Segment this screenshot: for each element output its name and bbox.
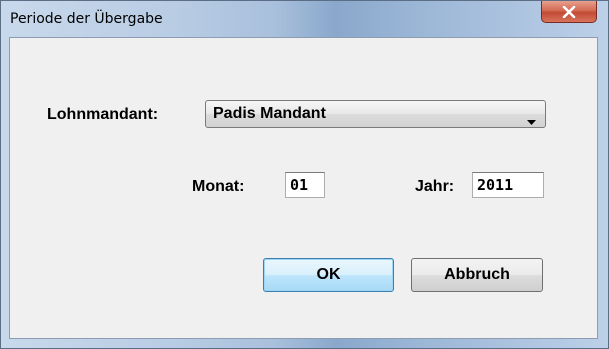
dialog-body: Lohnmandant: Padis Mandant Monat: 01 Jah…	[9, 37, 598, 339]
mandant-label: Lohnmandant:	[47, 106, 159, 123]
dialog-window: Periode der Übergabe Lohnmandant: Padis …	[0, 0, 609, 349]
close-icon	[562, 5, 576, 18]
cancel-button-label: Abbruch	[444, 266, 510, 283]
mandant-select-value: Padis Mandant	[213, 105, 326, 122]
cancel-button[interactable]: Abbruch	[411, 258, 543, 292]
month-input[interactable]: 01	[285, 172, 325, 198]
chevron-down-icon	[527, 112, 536, 130]
window-title: Periode der Übergabe	[10, 11, 163, 27]
ok-button[interactable]: OK	[263, 258, 394, 292]
mandant-select[interactable]: Padis Mandant	[205, 100, 546, 128]
month-label: Monat:	[192, 178, 245, 195]
ok-button-label: OK	[316, 266, 341, 283]
year-input[interactable]: 2011	[472, 172, 544, 198]
close-button[interactable]	[541, 1, 597, 23]
title-bar[interactable]: Periode der Übergabe	[1, 1, 608, 37]
year-label: Jahr:	[415, 178, 455, 195]
